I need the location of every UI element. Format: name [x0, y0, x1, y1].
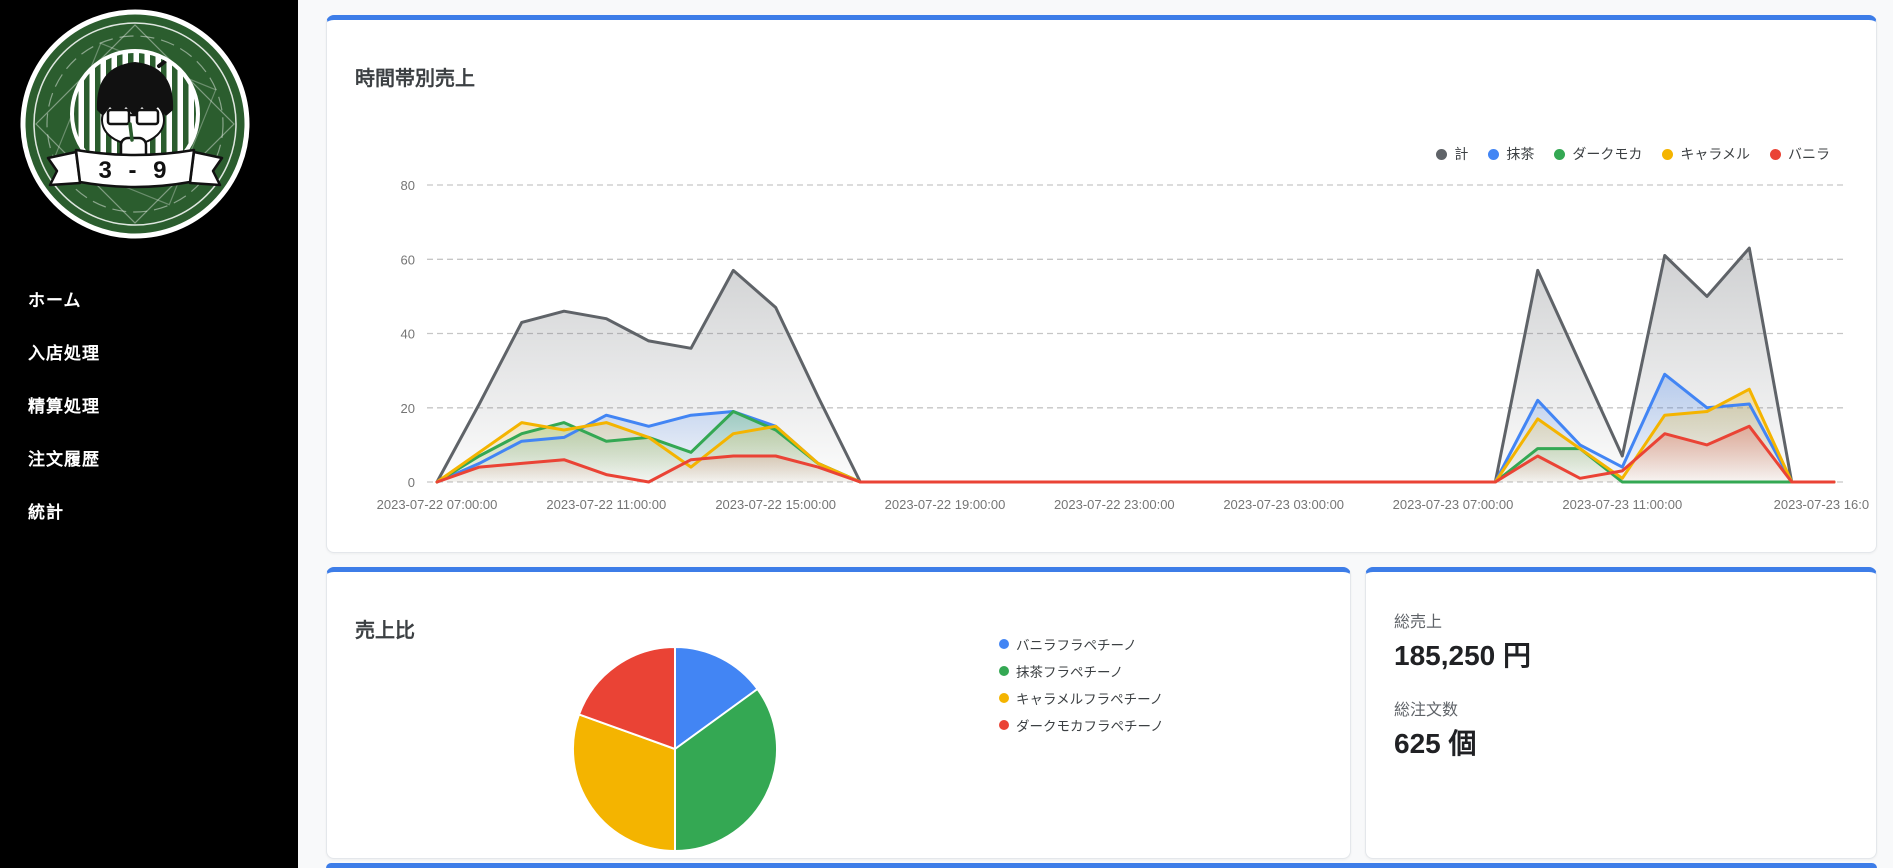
svg-text:2023-07-22 15:00:00: 2023-07-22 15:00:00 [715, 497, 836, 512]
sales-ratio-card: 売上比 バニラフラペチーノ抹茶フラペチーノキャラメルフラペチーノダークモカフラペ… [326, 567, 1351, 859]
logo-banner: 3 - 9 [48, 150, 222, 187]
next-card-top-border [326, 863, 1877, 868]
svg-text:2023-07-22 11:00:00: 2023-07-22 11:00:00 [546, 497, 666, 512]
sidebar-nav: ホーム入店処理精算処理注文履歴統計 [0, 272, 298, 537]
legend-label: キャラメルフラペチーノ [1016, 688, 1163, 708]
hourly-sales-title: 時間帯別売上 [355, 62, 475, 91]
svg-text:20: 20 [401, 401, 415, 416]
svg-text:60: 60 [401, 252, 415, 267]
svg-text:80: 80 [401, 178, 415, 193]
legend-color-dot [999, 639, 1009, 649]
legend-color-dot [999, 720, 1009, 730]
pie-legend-item: バニラフラペチーノ [999, 634, 1164, 654]
legend-label: バニラフラペチーノ [1016, 634, 1137, 654]
sidebar-item-1[interactable]: 入店処理 [0, 325, 298, 378]
svg-text:2023-07-22 19:00:00: 2023-07-22 19:00:00 [885, 497, 1006, 512]
pie-legend-item: ダークモカフラペチーノ [999, 715, 1164, 735]
shop-logo-badge: 3 - 9 [18, 6, 254, 242]
shop-logo[interactable]: 3 - 9 [18, 6, 254, 242]
sidebar-item-0[interactable]: ホーム [0, 272, 298, 325]
app-root: 3 - 9 ホーム入店処理精算処理注文履歴統計 時間帯別売上 計抹茶ダークモカキ… [0, 0, 1893, 868]
total-orders-value: 625 個 [1394, 722, 1477, 762]
svg-text:0: 0 [408, 475, 415, 490]
totals-card: 総売上 185,250 円 総注文数 625 個 [1365, 567, 1877, 859]
legend-label: ダークモカフラペチーノ [1016, 715, 1164, 735]
svg-text:40: 40 [401, 327, 415, 342]
main-content: 時間帯別売上 計抹茶ダークモカキャラメルバニラ 0204060802023-07… [298, 0, 1893, 868]
legend-color-dot [999, 666, 1009, 676]
total-orders-label: 総注文数 [1394, 696, 1458, 720]
svg-text:2023-07-23 11:00:00: 2023-07-23 11:00:00 [1562, 497, 1682, 512]
pie-legend-item: キャラメルフラペチーノ [999, 688, 1164, 708]
logo-text: 3 - 9 [98, 157, 171, 184]
hourly-sales-line-chart: 0 20 40 60 80 2023-07-22 07:00:00 2023-07-22 1… [337, 150, 1869, 550]
svg-text:2023-07-22 07:00:00: 2023-07-22 07:00:00 [377, 497, 498, 512]
svg-text:2023-07-22 23:00:00: 2023-07-22 23:00:00 [1054, 497, 1175, 512]
legend-label: 抹茶フラペチーノ [1016, 661, 1123, 681]
total-sales-value: 185,250 円 [1394, 634, 1531, 674]
svg-text:2023-07-23 03:00:00: 2023-07-23 03:00:00 [1223, 497, 1344, 512]
pie-legend-item: 抹茶フラペチーノ [999, 661, 1164, 681]
hourly-sales-card: 時間帯別売上 計抹茶ダークモカキャラメルバニラ 0204060802023-07… [326, 15, 1877, 553]
svg-text:2023-07-23 07:00:00: 2023-07-23 07:00:00 [1393, 497, 1514, 512]
sidebar-item-3[interactable]: 注文履歴 [0, 431, 298, 484]
sales-ratio-pie-chart [327, 572, 1350, 859]
total-sales-label: 総売上 [1394, 608, 1442, 632]
sidebar-item-4[interactable]: 統計 [0, 484, 298, 537]
pie-chart-legend: バニラフラペチーノ抹茶フラペチーノキャラメルフラペチーノダークモカフラペチーノ [999, 634, 1164, 735]
sidebar: 3 - 9 ホーム入店処理精算処理注文履歴統計 [0, 0, 298, 868]
sidebar-item-2[interactable]: 精算処理 [0, 378, 298, 431]
legend-color-dot [999, 693, 1009, 703]
svg-text:2023-07-23 16:00:00: 2023-07-23 16:00:00 [1774, 497, 1869, 512]
